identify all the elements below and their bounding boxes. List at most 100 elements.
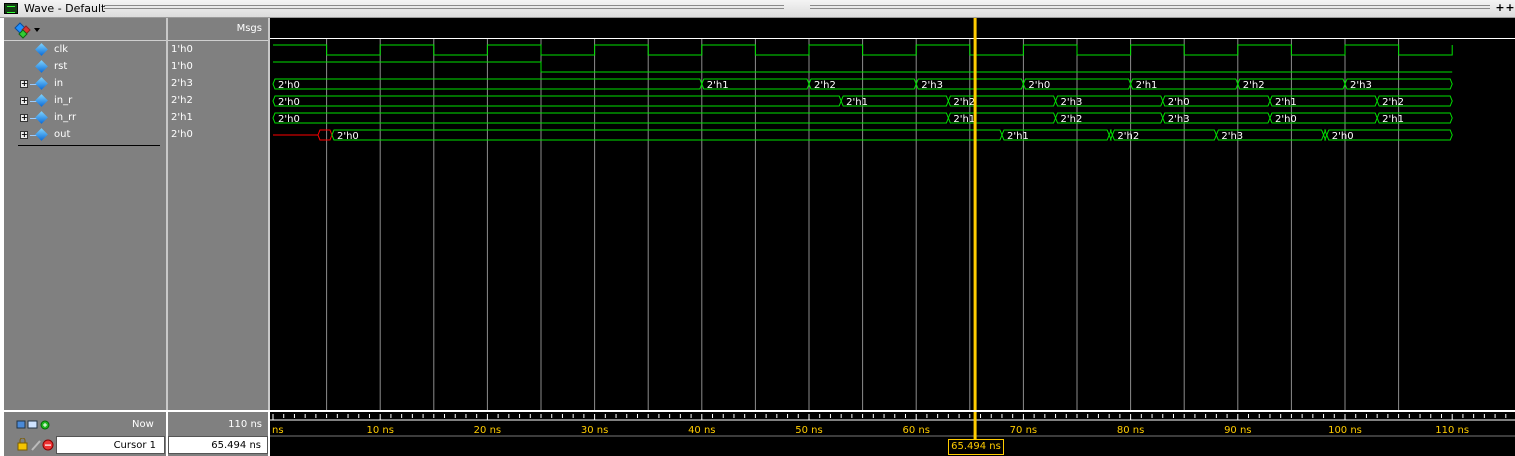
signal-row-out[interactable]: + out <box>4 127 166 144</box>
bus-value-label: 2'h2 <box>1061 114 1083 125</box>
bus-value-label: 2'h1 <box>1275 97 1297 108</box>
expand-icon[interactable]: + <box>20 114 28 122</box>
signal-diamond-icon <box>35 60 48 73</box>
signal-name: in_r <box>54 95 73 106</box>
cursor-edit-icons[interactable] <box>16 438 54 452</box>
cursor-tools-pane: Now Cursor 1 <box>4 412 166 456</box>
bus-value-label: 2'h0 <box>1332 131 1354 142</box>
expand-icon[interactable]: + <box>20 97 28 105</box>
bus-value-label: 2'h1 <box>1382 114 1404 125</box>
signal-value: 2'h2 <box>171 95 193 106</box>
ruler-tick-label: 110 ns <box>1435 425 1469 436</box>
undock-icon[interactable]: + <box>1505 2 1515 14</box>
name-pane-header <box>4 18 166 41</box>
signal-name-pane: clk rst + in + in_r + in_rr + out <box>4 18 166 410</box>
ruler-tick-label: 70 ns <box>1010 425 1037 436</box>
cursor-values-pane: 110 ns 65.494 ns <box>168 412 268 456</box>
timeline-ruler-canvas[interactable]: 0 ns 10 ns 20 ns 30 ns 40 ns 50 ns 60 ns 70 ns 8… <box>270 412 1515 456</box>
out-wave: 2'h0 2'h1 2'h2 2'h3 2'h0 <box>331 129 1453 142</box>
bus-value-label: 2'h1 <box>1136 80 1158 91</box>
bus-value-label: 2'h0 <box>278 114 300 125</box>
signal-row-rst[interactable]: rst <box>4 59 166 76</box>
bus-value-label: 2'h3 <box>1061 97 1083 108</box>
ruler-tick-label: 20 ns <box>474 425 501 436</box>
signal-diamond-icon <box>35 111 48 124</box>
bus-value-label: 2'h3 <box>1168 114 1190 125</box>
waveform-pane[interactable]: 2'h0 2'h1 2'h2 2'h3 2'h0 2'h1 2'h2 2'h3 2'h0 2'h1… <box>270 18 1515 410</box>
waveform-canvas[interactable]: 2'h0 2'h1 2'h2 2'h3 2'h0 2'h1 2'h2 2'h3 2'h0 2'h1… <box>270 18 1515 410</box>
signal-value: 2'h3 <box>171 78 193 89</box>
ruler-tick-label: 50 ns <box>795 425 822 436</box>
signal-row-in[interactable]: + in <box>4 76 166 93</box>
bus-segment <box>272 95 842 107</box>
signal-value: 2'h1 <box>171 112 193 123</box>
wave-window-icon <box>4 3 18 14</box>
cursor-time-tag[interactable]: 65.494 ns <box>948 439 1004 455</box>
bus-value-label: 2'h1 <box>707 80 729 91</box>
ruler-tick-label: 80 ns <box>1117 425 1144 436</box>
bus-value-label: 2'h1 <box>1007 131 1029 142</box>
now-label: Now <box>132 419 154 430</box>
signal-row-in-rr[interactable]: + in_rr <box>4 110 166 127</box>
bus-value-label: 2'h2 <box>953 97 975 108</box>
signal-name: rst <box>54 61 68 72</box>
bus-value-label: 2'h1 <box>953 114 975 125</box>
bus-value-label: 2'h1 <box>846 97 868 108</box>
bus-value-label: 2'h0 <box>337 131 359 142</box>
ruler-tick-label: 40 ns <box>688 425 715 436</box>
cursor-toolbar-icons[interactable] <box>16 419 52 431</box>
cursor-value: 65.494 ns <box>211 440 261 451</box>
signal-group-icon[interactable] <box>14 20 44 40</box>
cursor-value-field[interactable]: 65.494 ns <box>168 436 268 454</box>
signal-row-in-r[interactable]: + in_r <box>4 93 166 110</box>
bus-value-label: 2'h2 <box>1243 80 1265 91</box>
bus-segment <box>272 112 949 124</box>
value-pane-header: Msgs <box>168 18 268 41</box>
signal-row-clk[interactable]: clk <box>4 42 166 59</box>
clk-wave <box>273 44 1453 56</box>
cursor-name: Cursor 1 <box>113 440 156 451</box>
signal-name: clk <box>54 44 69 55</box>
signal-diamond-icon <box>35 43 48 56</box>
bus-segment <box>331 129 1003 141</box>
bus-value-label: 2'h2 <box>1117 131 1139 142</box>
ruler-tick-label: 10 ns <box>366 425 393 436</box>
bus-value-label: 2'h0 <box>278 80 300 91</box>
signal-value: 1'h0 <box>171 44 193 55</box>
bus-value-label: 2'h2 <box>1382 97 1404 108</box>
bus-value-label: 2'h3 <box>1350 80 1372 91</box>
expand-icon[interactable]: + <box>20 131 28 139</box>
signal-diamond-icon <box>35 94 48 107</box>
ruler-tick-label: 60 ns <box>902 425 929 436</box>
ruler-tick-label: 90 ns <box>1224 425 1251 436</box>
msgs-header: Msgs <box>236 23 262 34</box>
signal-list-end-marker <box>18 145 160 146</box>
bus-value-label: 2'h0 <box>278 97 300 108</box>
expand-icon[interactable]: + <box>20 80 28 88</box>
out-undefined-bus <box>317 129 333 141</box>
in-r-wave: 2'h0 2'h1 2'h2 2'h3 2'h0 2'h1 2'h2 <box>272 95 1453 108</box>
timeline-ruler[interactable]: 0 ns 10 ns 20 ns 30 ns 40 ns 50 ns 60 ns 70 ns 8… <box>270 412 1515 456</box>
cursor-name-field[interactable]: Cursor 1 <box>56 436 165 454</box>
dock-icon[interactable]: + <box>1495 2 1505 14</box>
window-title: Wave - Default <box>24 2 106 15</box>
signal-name: in_rr <box>54 112 77 123</box>
bus-value-label: 2'h3 <box>921 80 943 91</box>
bus-value-label: 2'h0 <box>1028 80 1050 91</box>
ruler-tick-label: 0 ns <box>270 425 284 436</box>
signal-diamond-icon <box>35 77 48 90</box>
titlebar-grip-left <box>104 5 784 11</box>
ruler-tick-label: 100 ns <box>1328 425 1362 436</box>
bus-value-label: 2'h2 <box>814 80 836 91</box>
signal-diamond-icon <box>35 128 48 141</box>
signal-value: 2'h0 <box>171 129 193 140</box>
signal-value-pane: Msgs 1'h0 1'h0 2'h3 2'h2 2'h1 2'h0 <box>168 18 268 410</box>
window-titlebar: Wave - Default + + <box>0 0 1515 18</box>
signal-name: out <box>54 129 71 140</box>
bus-value-label: 2'h0 <box>1275 114 1297 125</box>
titlebar-grip-right <box>810 5 1490 11</box>
bus-value-label: 2'h3 <box>1221 131 1243 142</box>
signal-name: in <box>54 78 64 89</box>
ruler-tick-label: 30 ns <box>581 425 608 436</box>
signal-value: 1'h0 <box>171 61 193 72</box>
